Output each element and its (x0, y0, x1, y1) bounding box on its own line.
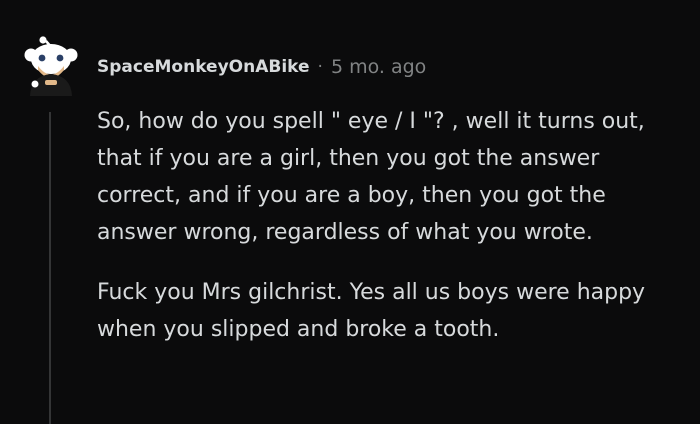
comment: SpaceMonkeyOnABike · 5 mo. ago So, how d… (0, 0, 700, 424)
comment-paragraph: So, how do you spell " eye / I "? , well… (97, 109, 645, 245)
snoo-avatar-icon[interactable] (22, 36, 80, 96)
thread-line[interactable] (49, 112, 51, 424)
separator-dot: · (317, 57, 323, 77)
comment-timestamp[interactable]: 5 mo. ago (331, 56, 426, 78)
comment-paragraph: Fuck you Mrs gilchrist. Yes all us boys … (97, 280, 646, 342)
comment-body: So, how do you spell " eye / I "? , well… (97, 103, 687, 371)
comment-header: SpaceMonkeyOnABike · 5 mo. ago (97, 54, 426, 80)
author-username-link[interactable]: SpaceMonkeyOnABike (97, 57, 310, 77)
